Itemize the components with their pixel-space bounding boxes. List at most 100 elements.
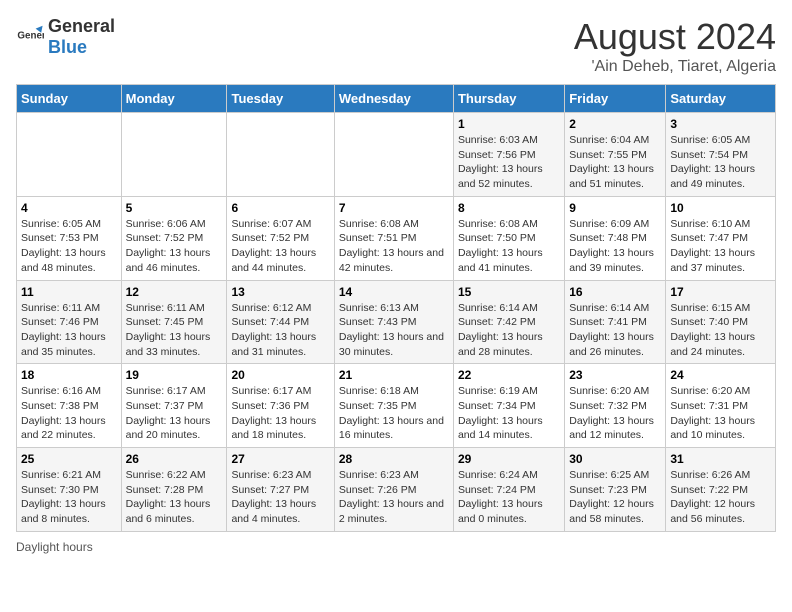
col-thursday: Thursday	[453, 85, 564, 113]
day-cell: 17 Sunrise: 6:15 AMSunset: 7:40 PMDaylig…	[666, 280, 776, 364]
day-info: Sunrise: 6:05 AMSunset: 7:54 PMDaylight:…	[670, 133, 771, 192]
week-row-5: 25 Sunrise: 6:21 AMSunset: 7:30 PMDaylig…	[17, 448, 776, 532]
day-cell: 31 Sunrise: 6:26 AMSunset: 7:22 PMDaylig…	[666, 448, 776, 532]
day-number: 4	[21, 201, 117, 215]
day-cell: 2 Sunrise: 6:04 AMSunset: 7:55 PMDayligh…	[565, 113, 666, 197]
day-number: 11	[21, 285, 117, 299]
day-number: 2	[569, 117, 661, 131]
day-info: Sunrise: 6:20 AMSunset: 7:31 PMDaylight:…	[670, 384, 771, 443]
day-info: Sunrise: 6:13 AMSunset: 7:43 PMDaylight:…	[339, 301, 449, 360]
day-cell: 5 Sunrise: 6:06 AMSunset: 7:52 PMDayligh…	[121, 196, 227, 280]
day-number: 22	[458, 368, 560, 382]
day-info: Sunrise: 6:09 AMSunset: 7:48 PMDaylight:…	[569, 217, 661, 276]
day-info: Sunrise: 6:17 AMSunset: 7:37 PMDaylight:…	[126, 384, 223, 443]
day-cell: 27 Sunrise: 6:23 AMSunset: 7:27 PMDaylig…	[227, 448, 334, 532]
day-info: Sunrise: 6:03 AMSunset: 7:56 PMDaylight:…	[458, 133, 560, 192]
day-info: Sunrise: 6:23 AMSunset: 7:26 PMDaylight:…	[339, 468, 449, 527]
col-tuesday: Tuesday	[227, 85, 334, 113]
day-cell: 14 Sunrise: 6:13 AMSunset: 7:43 PMDaylig…	[334, 280, 453, 364]
day-info: Sunrise: 6:26 AMSunset: 7:22 PMDaylight:…	[670, 468, 771, 527]
day-cell: 26 Sunrise: 6:22 AMSunset: 7:28 PMDaylig…	[121, 448, 227, 532]
day-info: Sunrise: 6:04 AMSunset: 7:55 PMDaylight:…	[569, 133, 661, 192]
day-cell	[121, 113, 227, 197]
day-cell: 13 Sunrise: 6:12 AMSunset: 7:44 PMDaylig…	[227, 280, 334, 364]
day-cell: 16 Sunrise: 6:14 AMSunset: 7:41 PMDaylig…	[565, 280, 666, 364]
day-info: Sunrise: 6:25 AMSunset: 7:23 PMDaylight:…	[569, 468, 661, 527]
day-number: 9	[569, 201, 661, 215]
col-monday: Monday	[121, 85, 227, 113]
day-info: Sunrise: 6:05 AMSunset: 7:53 PMDaylight:…	[21, 217, 117, 276]
day-cell: 15 Sunrise: 6:14 AMSunset: 7:42 PMDaylig…	[453, 280, 564, 364]
day-cell: 22 Sunrise: 6:19 AMSunset: 7:34 PMDaylig…	[453, 364, 564, 448]
logo: General General Blue	[16, 16, 115, 58]
day-number: 3	[670, 117, 771, 131]
day-info: Sunrise: 6:23 AMSunset: 7:27 PMDaylight:…	[231, 468, 329, 527]
day-cell: 28 Sunrise: 6:23 AMSunset: 7:26 PMDaylig…	[334, 448, 453, 532]
day-info: Sunrise: 6:08 AMSunset: 7:51 PMDaylight:…	[339, 217, 449, 276]
day-cell: 23 Sunrise: 6:20 AMSunset: 7:32 PMDaylig…	[565, 364, 666, 448]
week-row-1: 1 Sunrise: 6:03 AMSunset: 7:56 PMDayligh…	[17, 113, 776, 197]
week-row-4: 18 Sunrise: 6:16 AMSunset: 7:38 PMDaylig…	[17, 364, 776, 448]
day-cell: 19 Sunrise: 6:17 AMSunset: 7:37 PMDaylig…	[121, 364, 227, 448]
col-sunday: Sunday	[17, 85, 122, 113]
day-cell: 6 Sunrise: 6:07 AMSunset: 7:52 PMDayligh…	[227, 196, 334, 280]
day-number: 16	[569, 285, 661, 299]
day-number: 12	[126, 285, 223, 299]
day-cell: 10 Sunrise: 6:10 AMSunset: 7:47 PMDaylig…	[666, 196, 776, 280]
day-cell: 11 Sunrise: 6:11 AMSunset: 7:46 PMDaylig…	[17, 280, 122, 364]
day-number: 5	[126, 201, 223, 215]
week-row-2: 4 Sunrise: 6:05 AMSunset: 7:53 PMDayligh…	[17, 196, 776, 280]
title-area: August 2024 'Ain Deheb, Tiaret, Algeria	[574, 16, 776, 76]
day-number: 13	[231, 285, 329, 299]
day-number: 18	[21, 368, 117, 382]
day-cell	[17, 113, 122, 197]
day-cell: 4 Sunrise: 6:05 AMSunset: 7:53 PMDayligh…	[17, 196, 122, 280]
day-info: Sunrise: 6:20 AMSunset: 7:32 PMDaylight:…	[569, 384, 661, 443]
day-cell: 9 Sunrise: 6:09 AMSunset: 7:48 PMDayligh…	[565, 196, 666, 280]
day-cell: 12 Sunrise: 6:11 AMSunset: 7:45 PMDaylig…	[121, 280, 227, 364]
week-row-3: 11 Sunrise: 6:11 AMSunset: 7:46 PMDaylig…	[17, 280, 776, 364]
calendar-table: Sunday Monday Tuesday Wednesday Thursday…	[16, 84, 776, 532]
day-cell: 20 Sunrise: 6:17 AMSunset: 7:36 PMDaylig…	[227, 364, 334, 448]
day-cell: 3 Sunrise: 6:05 AMSunset: 7:54 PMDayligh…	[666, 113, 776, 197]
day-info: Sunrise: 6:19 AMSunset: 7:34 PMDaylight:…	[458, 384, 560, 443]
day-info: Sunrise: 6:08 AMSunset: 7:50 PMDaylight:…	[458, 217, 560, 276]
day-number: 24	[670, 368, 771, 382]
subtitle: 'Ain Deheb, Tiaret, Algeria	[574, 58, 776, 76]
day-number: 20	[231, 368, 329, 382]
day-number: 10	[670, 201, 771, 215]
day-info: Sunrise: 6:10 AMSunset: 7:47 PMDaylight:…	[670, 217, 771, 276]
day-number: 7	[339, 201, 449, 215]
day-info: Sunrise: 6:16 AMSunset: 7:38 PMDaylight:…	[21, 384, 117, 443]
day-info: Sunrise: 6:14 AMSunset: 7:41 PMDaylight:…	[569, 301, 661, 360]
day-number: 30	[569, 452, 661, 466]
header-row: Sunday Monday Tuesday Wednesday Thursday…	[17, 85, 776, 113]
day-cell	[334, 113, 453, 197]
logo-icon: General	[16, 23, 44, 51]
col-wednesday: Wednesday	[334, 85, 453, 113]
day-info: Sunrise: 6:22 AMSunset: 7:28 PMDaylight:…	[126, 468, 223, 527]
day-cell	[227, 113, 334, 197]
day-info: Sunrise: 6:11 AMSunset: 7:46 PMDaylight:…	[21, 301, 117, 360]
day-info: Sunrise: 6:17 AMSunset: 7:36 PMDaylight:…	[231, 384, 329, 443]
day-info: Sunrise: 6:15 AMSunset: 7:40 PMDaylight:…	[670, 301, 771, 360]
day-info: Sunrise: 6:11 AMSunset: 7:45 PMDaylight:…	[126, 301, 223, 360]
day-cell: 29 Sunrise: 6:24 AMSunset: 7:24 PMDaylig…	[453, 448, 564, 532]
day-cell: 8 Sunrise: 6:08 AMSunset: 7:50 PMDayligh…	[453, 196, 564, 280]
day-number: 15	[458, 285, 560, 299]
day-number: 31	[670, 452, 771, 466]
day-number: 25	[21, 452, 117, 466]
day-number: 14	[339, 285, 449, 299]
logo-blue: Blue	[48, 37, 87, 57]
daylight-label: Daylight hours	[16, 540, 93, 554]
day-info: Sunrise: 6:14 AMSunset: 7:42 PMDaylight:…	[458, 301, 560, 360]
main-title: August 2024	[574, 16, 776, 58]
logo-general: General	[48, 16, 115, 36]
day-cell: 7 Sunrise: 6:08 AMSunset: 7:51 PMDayligh…	[334, 196, 453, 280]
day-number: 19	[126, 368, 223, 382]
day-info: Sunrise: 6:06 AMSunset: 7:52 PMDaylight:…	[126, 217, 223, 276]
col-friday: Friday	[565, 85, 666, 113]
day-cell: 18 Sunrise: 6:16 AMSunset: 7:38 PMDaylig…	[17, 364, 122, 448]
svg-text:General: General	[17, 30, 44, 41]
day-number: 29	[458, 452, 560, 466]
